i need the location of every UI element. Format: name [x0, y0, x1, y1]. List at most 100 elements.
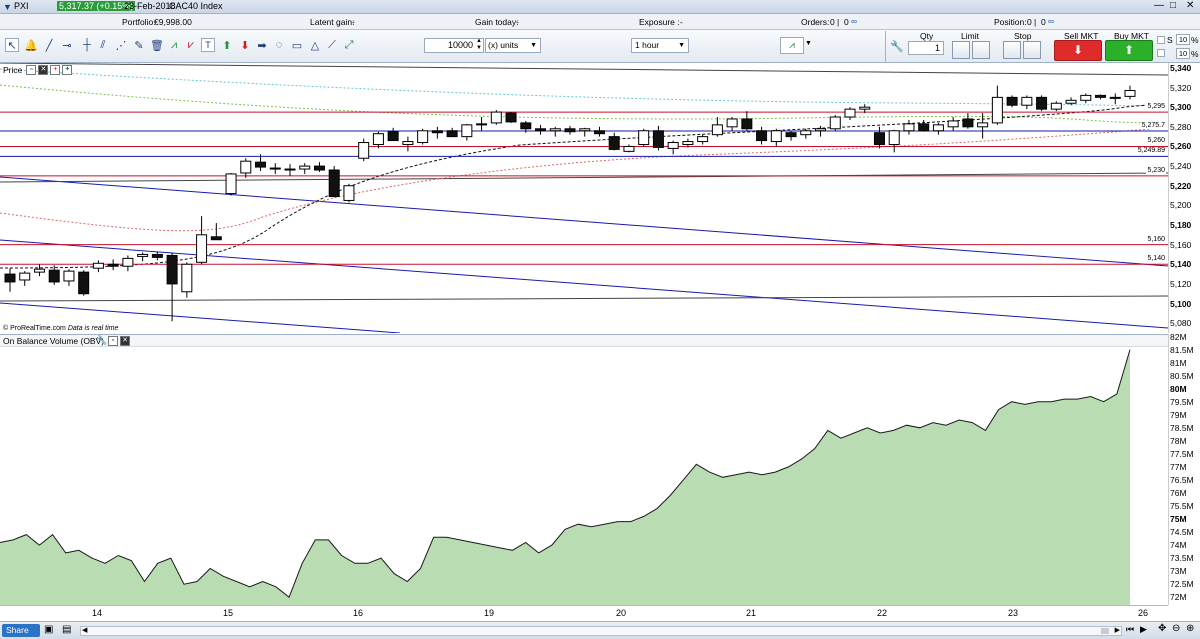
obv-settings-icon[interactable]: 🔧 [96, 335, 107, 346]
draw-tools-icon[interactable]: ✎ [132, 38, 146, 52]
obv-tick-label: 81M [1170, 357, 1187, 368]
jump-start-icon[interactable]: ⏮ [1126, 624, 1134, 635]
obv-tick-label: 78M [1170, 435, 1187, 446]
l-checkbox[interactable] [1157, 49, 1165, 57]
date-tick-label: 21 [746, 608, 757, 618]
candle-body [977, 122, 989, 128]
sell-arrow-icon[interactable]: ⬇ [238, 38, 252, 52]
candle-body [844, 108, 856, 118]
limit-sell-button[interactable] [972, 41, 990, 59]
qty-label: Qty [920, 31, 934, 41]
buy-arrow-icon[interactable]: ⬆ [220, 38, 234, 52]
limit-label: Limit [961, 31, 979, 41]
obv-window-icon[interactable]: ▫ [108, 336, 118, 346]
settings-icon[interactable]: ✦ [62, 65, 73, 75]
obv-chart-pane[interactable] [0, 347, 1168, 605]
scroll-left-icon[interactable]: ◀ [82, 626, 87, 634]
candle-body [1050, 102, 1062, 110]
scroll-right-icon[interactable]: ▶ [1115, 626, 1120, 634]
pointer-icon[interactable]: ↖ [5, 38, 19, 52]
candle-body [682, 141, 694, 145]
price-level-label: 5,275.7 [1140, 122, 1166, 130]
add-indicator-icon[interactable]: + [50, 65, 61, 75]
l-value-field[interactable]: 10 [1176, 48, 1190, 59]
order-settings-icon[interactable]: 🔧 [890, 40, 904, 53]
s-checkbox[interactable] [1157, 36, 1165, 44]
candle-body [358, 142, 370, 159]
orders-separator: | [837, 17, 840, 27]
horizontal-scrollbar[interactable]: ◀ ▶ [80, 626, 1122, 636]
zoom-in-icon[interactable]: ⊕ [1186, 623, 1194, 634]
alert-bell-icon[interactable]: 🔔 [24, 38, 38, 52]
stop-sell-button[interactable] [1023, 41, 1041, 59]
delete-drawings-icon[interactable]: 🗑 [150, 38, 164, 52]
arrow-right-icon[interactable]: ➡ [255, 38, 269, 52]
gain-today-label: Gain today: [475, 17, 519, 27]
stop-buy-button[interactable] [1003, 41, 1021, 59]
price-chart-pane[interactable]: Price ▫ ✕ + ✦ © ProRealTime.com Data is … [0, 62, 1169, 334]
units-select[interactable]: (x) units ▼ [485, 38, 541, 53]
maximize-icon[interactable]: □ [1170, 0, 1176, 11]
lasso-icon[interactable]: ◌ [272, 38, 286, 52]
orders-link-icon[interactable]: ∞ [851, 16, 857, 26]
s-value-field[interactable]: 10 [1176, 34, 1190, 45]
export-icon[interactable]: ▤ [62, 624, 71, 635]
position-link-icon[interactable]: ∞ [1048, 16, 1054, 26]
s-label: S [1167, 35, 1173, 45]
text-tool-icon[interactable]: T [201, 38, 215, 52]
share-button[interactable]: Share [2, 624, 40, 637]
triangle-icon[interactable]: △ [308, 38, 322, 52]
candle-body [137, 253, 149, 257]
quantity-stepper-icon[interactable]: ▲ ▼ [476, 38, 482, 52]
timeframe-select[interactable]: 1 hour ▼ [631, 38, 689, 53]
date-tick-label: 15 [223, 608, 234, 618]
sell-mkt-button[interactable]: ⬇ [1054, 40, 1102, 61]
ray-icon[interactable]: ⊸ [60, 38, 74, 52]
close-pane-icon[interactable]: ✕ [38, 65, 49, 75]
candle-body [225, 173, 237, 195]
price-tick-label: 5,240 [1170, 161, 1192, 172]
candle-body [313, 165, 325, 171]
measure-icon[interactable]: ⟋ [325, 38, 339, 52]
minimize-icon[interactable]: — [1154, 0, 1164, 11]
candle-body [461, 124, 473, 138]
title-bar: ▼ PXI 5,317.37 (+0.15%) 23-Feb-2018 CAC4… [0, 0, 1200, 14]
date-tick-label: 23 [1008, 608, 1019, 618]
indicator-icon[interactable]: ⩗ [184, 38, 198, 52]
candle-body [873, 132, 885, 145]
limit-buy-button[interactable] [952, 41, 970, 59]
position-count-a: 0 [1027, 17, 1032, 27]
projection-icon[interactable]: ⤢ [342, 38, 356, 52]
zigzag-icon[interactable]: ⩘ [167, 38, 181, 52]
play-icon[interactable]: ▶ [1140, 624, 1147, 635]
candle-body [918, 123, 930, 132]
scroll-thumb[interactable] [1101, 628, 1109, 634]
candle-body [343, 185, 355, 201]
window-icon[interactable]: ▫ [26, 65, 37, 75]
buy-mkt-button[interactable]: ⬆ [1105, 40, 1153, 61]
app-menu-icon[interactable]: ▼ [3, 2, 12, 12]
quantity-field[interactable]: 10000 [424, 38, 484, 53]
rectangle-icon[interactable]: ▭ [290, 38, 304, 52]
position-separator: | [1034, 17, 1037, 27]
candle-body [166, 254, 178, 285]
chart-type-chevron-icon[interactable]: ▼ [805, 40, 812, 47]
price-chart[interactable] [0, 62, 1169, 334]
candle-body [991, 96, 1003, 124]
candle-body [1036, 96, 1048, 110]
zoom-out-icon[interactable]: ⊖ [1172, 623, 1180, 634]
price-tick-label: 5,100 [1170, 298, 1192, 309]
move-icon[interactable]: ✥ [1158, 623, 1166, 634]
candle-body [815, 128, 827, 132]
qty-field[interactable]: 1 [908, 41, 944, 55]
close-icon[interactable]: ✕ [1186, 0, 1194, 11]
trendline-icon[interactable]: ╱ [42, 38, 56, 52]
obv-close-icon[interactable]: ✕ [120, 336, 130, 346]
obv-chart[interactable] [0, 347, 1168, 605]
vertical-line-icon[interactable]: ┼ [80, 38, 94, 52]
chart-type-button[interactable]: ⩘ [780, 37, 804, 54]
camera-icon[interactable]: ▣ [44, 624, 53, 635]
parallel-lines-icon[interactable]: ⫽ [96, 38, 110, 52]
candle-body [505, 112, 517, 123]
fibonacci-icon[interactable]: ⋰ [114, 38, 128, 52]
